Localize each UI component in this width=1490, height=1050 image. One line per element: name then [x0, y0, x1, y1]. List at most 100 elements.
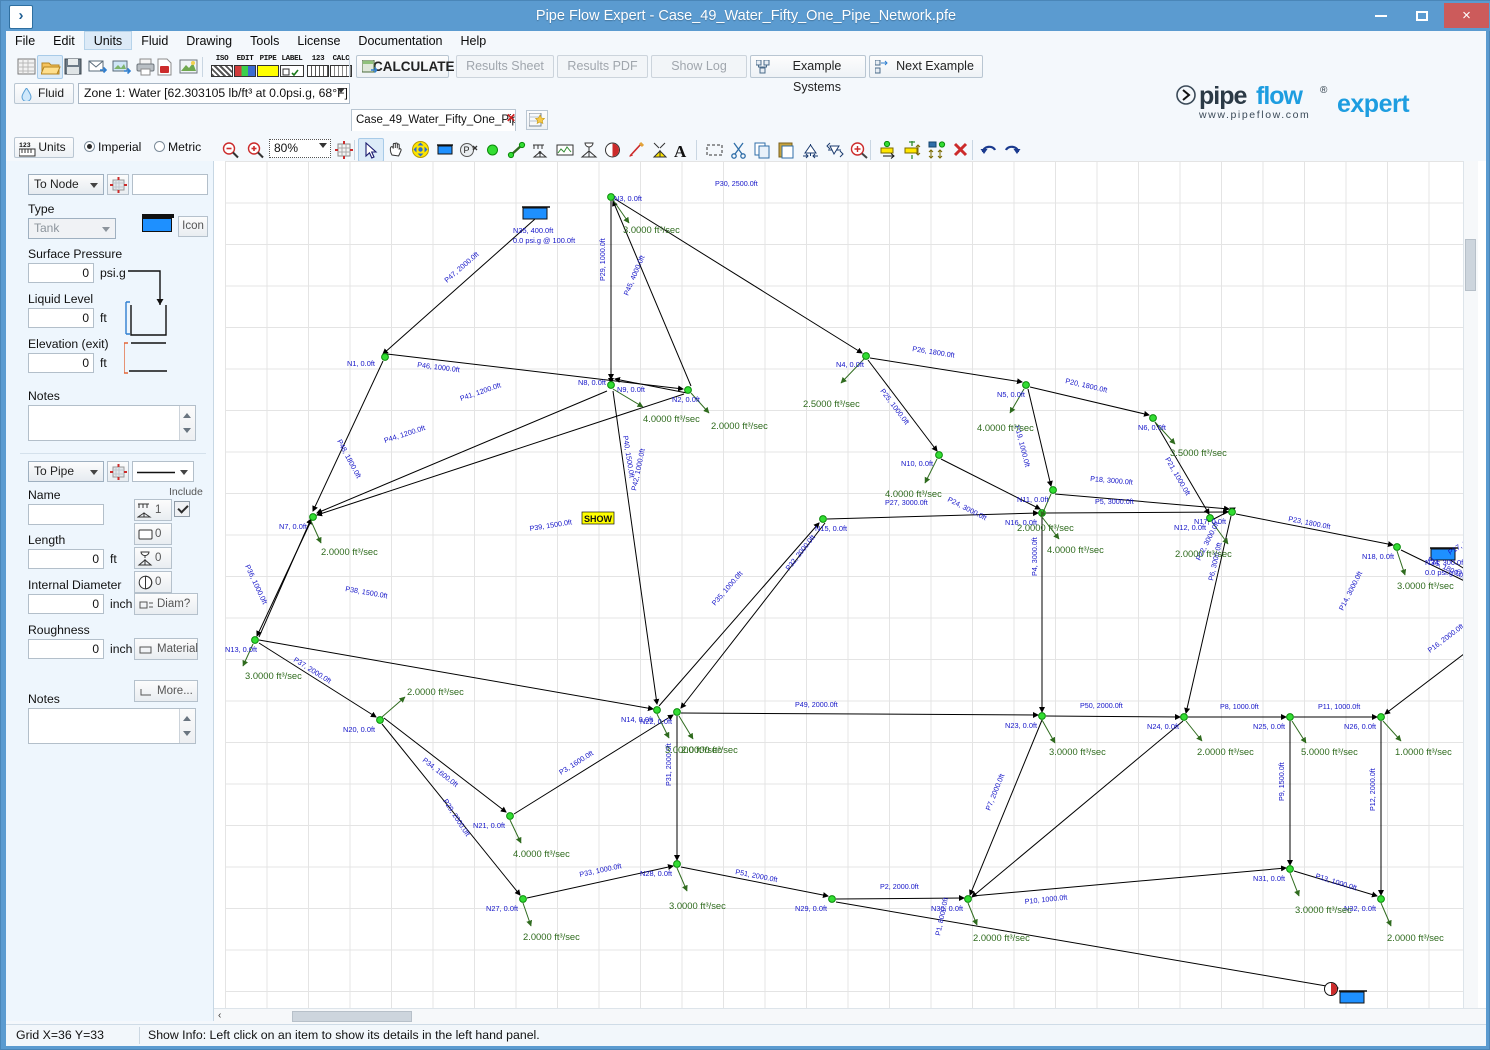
- pipe-lines[interactable]: [256, 198, 1478, 991]
- screenshot-icon[interactable]: [176, 55, 202, 79]
- add-fitting-icon[interactable]: [528, 138, 554, 162]
- minimize-button[interactable]: [1361, 3, 1401, 28]
- add-pressure-node-icon[interactable]: P: [456, 138, 482, 162]
- menu-documentation[interactable]: Documentation: [349, 31, 451, 52]
- node-name-input[interactable]: [132, 174, 208, 195]
- add-tank-icon[interactable]: [432, 138, 458, 162]
- paste-icon[interactable]: [774, 138, 800, 162]
- diameter-button[interactable]: Diam?: [134, 593, 198, 615]
- show-log-button[interactable]: Show Log: [651, 55, 747, 78]
- menu-drawing[interactable]: Drawing: [177, 31, 241, 52]
- zoom-level-select[interactable]: 80%: [269, 139, 331, 158]
- menu-file[interactable]: File: [6, 31, 44, 52]
- length-input[interactable]: 0: [28, 549, 104, 569]
- next-example-button[interactable]: Next Example: [869, 55, 983, 78]
- delete-item-icon[interactable]: [624, 138, 650, 162]
- pipe-network-diagram[interactable]: N35, 400.0ft0.0 psi.g @ 100.0ft N34, 300…: [225, 161, 1478, 1009]
- horizontal-scroll-thumb[interactable]: [292, 1011, 412, 1022]
- components-count-button[interactable]: 0: [134, 523, 172, 545]
- units-button[interactable]: 123 Units: [14, 137, 74, 158]
- menu-help[interactable]: Help: [452, 31, 496, 52]
- add-pipe-icon[interactable]: [504, 138, 530, 162]
- distribute-vertical-icon[interactable]: [924, 138, 950, 162]
- edit-tool-icon[interactable]: EDIT: [233, 55, 257, 79]
- liquid-level-input[interactable]: 0: [28, 308, 94, 328]
- pipe-style-select[interactable]: [132, 461, 194, 482]
- menu-license[interactable]: License: [288, 31, 349, 52]
- metric-radio[interactable]: Metric: [154, 140, 201, 154]
- numbers-tool-icon[interactable]: 123: [306, 55, 330, 79]
- scroll-left-icon[interactable]: ‹: [218, 1010, 221, 1021]
- add-valve-icon[interactable]: [576, 138, 602, 162]
- open-file-icon[interactable]: [37, 55, 63, 79]
- pick-pipe-button[interactable]: [107, 461, 129, 482]
- email-icon[interactable]: [85, 55, 111, 79]
- zoom-in-icon[interactable]: [243, 138, 269, 162]
- imperial-radio[interactable]: Imperial: [84, 140, 141, 154]
- example-systems-button[interactable]: Example Systems: [750, 55, 866, 94]
- menu-fluid[interactable]: Fluid: [132, 31, 177, 52]
- zoom-region-icon[interactable]: [846, 138, 872, 162]
- copy-icon[interactable]: [750, 138, 776, 162]
- save-file-icon[interactable]: [61, 55, 87, 79]
- pumps-count-button[interactable]: 0: [134, 571, 172, 593]
- valves-count-button[interactable]: 0: [134, 547, 172, 569]
- zoom-out-icon[interactable]: [218, 138, 244, 162]
- menu-units[interactable]: Units: [83, 31, 133, 50]
- node-notes-input[interactable]: [28, 405, 196, 441]
- add-join-node-icon[interactable]: [480, 138, 506, 162]
- add-component-icon[interactable]: [552, 138, 578, 162]
- fluid-zone-select[interactable]: Zone 1: Water [62.303105 lb/ft³ at 0.0ps…: [78, 83, 350, 104]
- iso-tool-icon[interactable]: ISO: [210, 55, 234, 79]
- close-tab-icon[interactable]: ✕: [506, 111, 516, 125]
- pan-hand-icon[interactable]: [384, 138, 410, 162]
- menu-tools[interactable]: Tools: [241, 31, 288, 52]
- pipe-tool-icon[interactable]: PIPE: [256, 55, 280, 79]
- network-drawing[interactable]: N35, 400.0ft 0.0 psi.g @ 100.0ft N34, 300…: [225, 161, 1478, 1009]
- vertical-scroll-thumb[interactable]: [1465, 239, 1476, 291]
- fittings-count-button[interactable]: 1: [134, 499, 172, 521]
- to-pipe-select[interactable]: To Pipe: [28, 461, 104, 482]
- flip-horizontal-icon[interactable]: [798, 138, 824, 162]
- marquee-select-icon[interactable]: [702, 138, 728, 162]
- include-checkbox[interactable]: [174, 501, 190, 517]
- node-type-select[interactable]: Tank: [28, 218, 116, 239]
- new-tab-button[interactable]: [526, 110, 548, 130]
- notes-scrollbar[interactable]: [179, 709, 195, 743]
- calculate-button[interactable]: CALCULATE: [356, 55, 455, 78]
- pick-node-button[interactable]: [107, 174, 129, 195]
- redo-icon[interactable]: [1000, 138, 1026, 162]
- move-tool-icon[interactable]: [408, 138, 434, 162]
- add-pump-icon[interactable]: [600, 138, 626, 162]
- label-tool-icon[interactable]: LABEL: [279, 55, 305, 79]
- more-button[interactable]: More...: [134, 680, 198, 702]
- menu-edit[interactable]: Edit: [44, 31, 84, 52]
- diameter-input[interactable]: 0: [28, 594, 104, 614]
- flip-vertical-icon[interactable]: [822, 138, 848, 162]
- elevation-input[interactable]: 0: [28, 353, 94, 373]
- canvas-vertical-scrollbar[interactable]: [1463, 161, 1478, 1009]
- text-tool-icon[interactable]: A: [670, 138, 692, 162]
- canvas-horizontal-scrollbar[interactable]: ‹: [214, 1008, 1486, 1024]
- export-image-icon[interactable]: [109, 55, 135, 79]
- cut-icon[interactable]: [726, 138, 752, 162]
- to-node-select[interactable]: To Node: [28, 174, 104, 195]
- material-button[interactable]: Material: [134, 638, 198, 660]
- notes-scrollbar[interactable]: [179, 406, 195, 440]
- delete-selection-icon[interactable]: [948, 138, 974, 162]
- pipe-notes-input[interactable]: [28, 708, 196, 744]
- distribute-horizontal-icon[interactable]: [900, 138, 926, 162]
- results-pdf-button[interactable]: Results PDF: [557, 55, 648, 78]
- maximize-button[interactable]: [1402, 3, 1442, 28]
- fluid-button[interactable]: Fluid: [14, 83, 74, 104]
- results-sheet-button[interactable]: Results Sheet: [456, 55, 554, 78]
- icon-button[interactable]: Icon: [178, 216, 208, 237]
- undo-icon[interactable]: [976, 138, 1002, 162]
- tank-symbols[interactable]: [522, 206, 1458, 1004]
- node-dots[interactable]: [251, 193, 1478, 903]
- align-node-icon[interactable]: [876, 138, 902, 162]
- roughness-input[interactable]: 0: [28, 639, 104, 659]
- close-button[interactable]: ×: [1444, 3, 1489, 28]
- pipe-name-input[interactable]: [28, 504, 104, 525]
- surface-pressure-input[interactable]: 0: [28, 263, 94, 283]
